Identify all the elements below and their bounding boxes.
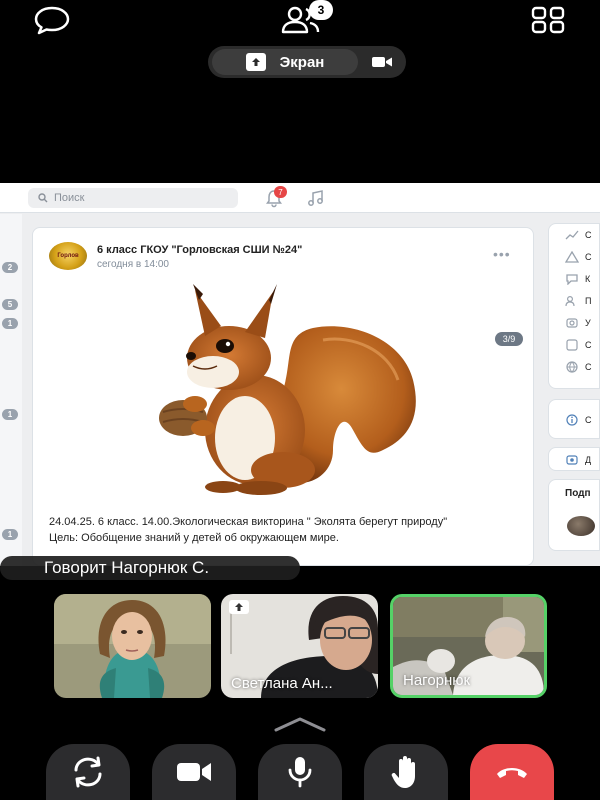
chat-icon[interactable]	[30, 4, 74, 36]
right-menu-item[interactable]: К	[565, 268, 600, 290]
users-icon	[565, 295, 579, 307]
expand-chevron-icon[interactable]	[272, 716, 328, 732]
square-icon	[565, 339, 579, 351]
post-more-icon[interactable]: •••	[493, 246, 511, 262]
post-card: Горлов 6 класс ГКОУ "Горловская СШИ №24"…	[32, 227, 534, 566]
squirrel-illustration	[159, 284, 416, 495]
microphone-button[interactable]	[258, 744, 342, 800]
flip-camera-icon	[74, 756, 102, 788]
search-icon	[38, 193, 48, 203]
image-counter: 3/9	[495, 332, 523, 346]
right-menu-label: К	[585, 274, 591, 284]
screen-mode-switch: Экран	[208, 46, 406, 78]
search-placeholder: Поиск	[54, 192, 85, 204]
participant-tile[interactable]: Светлана Ан...	[221, 594, 378, 698]
rail-badge: 1	[2, 318, 18, 329]
right-menu-item[interactable]: П	[565, 290, 600, 312]
participant-name: Светлана Ан...	[231, 675, 333, 692]
raise-hand-icon	[391, 756, 415, 788]
vk-search-input[interactable]: Поиск	[28, 188, 238, 208]
post-author[interactable]: 6 класс ГКОУ "Горловская СШИ №24"	[97, 244, 302, 256]
end-call-button[interactable]	[470, 744, 554, 800]
post-image-squirrel[interactable]	[33, 280, 533, 502]
right-menu-item[interactable]: С	[565, 356, 600, 378]
participant-video-girl	[54, 594, 211, 698]
left-nav-rail: 2 5 1 1 1	[0, 214, 22, 566]
rail-badge: 2	[2, 262, 18, 273]
warning-icon	[565, 251, 579, 263]
participant-name: Нагорнюк	[403, 672, 471, 689]
avatar-text: Горлов	[57, 253, 79, 259]
raise-hand-button[interactable]	[364, 744, 448, 800]
right-menu-label: С	[585, 362, 592, 372]
globe-icon	[565, 361, 579, 373]
video-camera-icon	[177, 763, 211, 781]
camera-mode-button[interactable]	[364, 49, 400, 75]
comment-icon	[565, 273, 579, 285]
trend-icon	[565, 229, 579, 241]
speaking-indicator: Говорит Нагорнюк С.	[0, 556, 300, 580]
media-icon	[565, 454, 579, 466]
vk-header: Поиск 7	[0, 183, 600, 213]
video-camera-icon	[372, 57, 392, 67]
camera-toggle-button[interactable]	[152, 744, 236, 800]
grid-view-icon[interactable]	[528, 4, 568, 36]
notifications-badge: 7	[274, 186, 287, 198]
info-icon	[565, 414, 579, 426]
d-item: Д	[565, 449, 600, 471]
info-label: С	[585, 415, 592, 425]
camera-icon	[565, 317, 579, 329]
post-time: сегодня в 14:00	[97, 259, 169, 270]
music-icon[interactable]	[306, 188, 326, 208]
participant-tile[interactable]	[54, 594, 211, 698]
shared-screen: Поиск 7 2 5 1 1 1 Горлов 6 класс ГКОУ "Г…	[0, 183, 600, 566]
post-text: 24.04.25. 6 класс. 14.00.Экологическая в…	[49, 515, 519, 547]
subscribers-card[interactable]: Подп	[548, 479, 600, 551]
right-menu-item[interactable]: С	[565, 224, 600, 246]
subscriber-avatar[interactable]	[567, 516, 595, 536]
call-top-bar: 3 Экран	[0, 0, 600, 90]
screen-share-button[interactable]: Экран	[212, 49, 358, 75]
upload-icon	[245, 53, 266, 71]
d-label: Д	[585, 455, 592, 465]
right-menu-item[interactable]: С	[565, 334, 600, 356]
right-menu-label: С	[585, 252, 592, 262]
right-menu-label: П	[585, 296, 592, 306]
right-d-card[interactable]: Д	[548, 447, 600, 471]
right-menu-label: У	[585, 318, 591, 328]
right-menu-label: С	[585, 340, 592, 350]
rail-badge: 1	[2, 409, 18, 420]
post-text-line: Цель: Обобщение знаний у детей об окружа…	[49, 532, 339, 544]
right-menu-item[interactable]: С	[565, 246, 600, 268]
participants-count-badge: 3	[309, 0, 333, 20]
participant-tile-active-speaker[interactable]: Нагорнюк	[390, 594, 547, 698]
microphone-icon	[288, 757, 312, 788]
rail-badge: 1	[2, 529, 18, 540]
group-avatar[interactable]: Горлов	[49, 242, 87, 270]
info-item: С	[565, 409, 600, 431]
rail-badge: 5	[2, 299, 18, 310]
hang-up-icon	[497, 768, 527, 778]
flip-camera-button[interactable]	[46, 744, 130, 800]
right-info-card[interactable]: С	[548, 399, 600, 439]
right-menu-label: С	[585, 230, 592, 240]
post-text-line: 24.04.25. 6 класс. 14.00.Экологическая в…	[49, 516, 448, 528]
right-menu-item[interactable]: У	[565, 312, 600, 334]
subscribers-label: Подп	[565, 488, 591, 499]
screen-share-label: Экран	[279, 53, 325, 71]
screen-share-icon	[229, 600, 249, 614]
right-menu-panel: С С К П У С С	[548, 223, 600, 389]
